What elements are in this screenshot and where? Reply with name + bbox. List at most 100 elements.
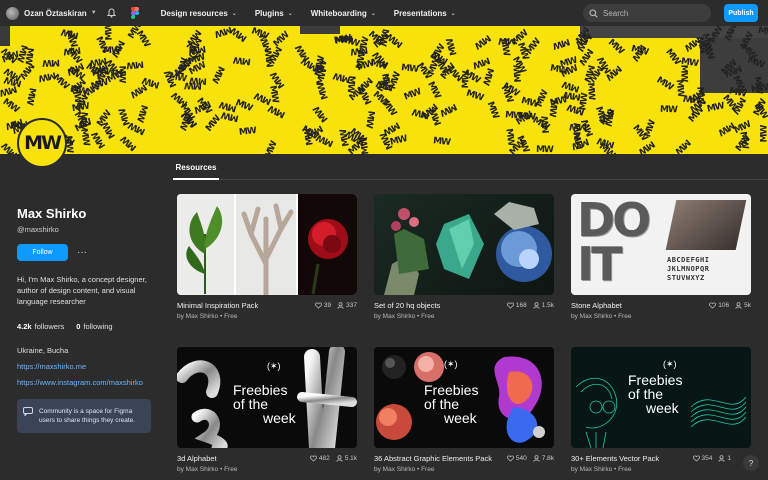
user-icon [336,455,343,462]
alphabet-row: JKLMNOPQR [667,265,710,273]
users-stat: 1 [718,455,731,462]
search-input[interactable]: Search [583,4,711,22]
card-thumbnail[interactable] [177,194,357,295]
coral-image [236,194,296,295]
community-note: Community is a space for Figma users to … [39,408,136,424]
card-stats: 540 7.8k [501,455,554,462]
nav-presentations[interactable]: Presentations ⌄ [394,9,456,18]
card-thumbnail[interactable]: (✶) Freebies of the week [177,347,357,448]
banner-mark: MW [133,29,152,49]
banner-mark: MW [659,104,678,116]
likes-count: 168 [515,302,527,309]
follow-button[interactable]: Follow [17,244,68,261]
user-icon [533,302,540,309]
bell-icon[interactable] [107,8,117,18]
website-link[interactable]: https://maxshirko.me [17,362,86,371]
card-thumbnail[interactable]: (✶) Freebies of the week [374,347,554,448]
freebies-line: Freebies [424,382,479,398]
more-options-button[interactable]: ··· [75,244,89,261]
stone-letters-image: DO IT [577,194,651,291]
profile-tabs: Resources [173,156,768,180]
banner-mark: MW [229,26,250,44]
banner-mark: MW [464,88,485,104]
stone-shape [665,200,747,250]
heart-icon [314,302,322,309]
banner-texture [0,26,10,46]
help-button[interactable]: ? [743,455,759,471]
resource-card[interactable]: (✶) Freebies of the week 3d Alphabet by Ma… [177,347,357,473]
card-thumbnail[interactable]: DO IT ABCDEFGHI JKLMNOPQR STUVWXYZ [571,194,751,295]
freebies-line: of the [233,396,269,412]
plant-leaf-image [177,194,234,295]
resource-card[interactable]: Set of 20 hq objects by Max Shirko • Fre… [374,194,554,320]
banner-mark: MW [445,37,460,57]
banner-mark: MW [358,86,375,106]
instagram-link[interactable]: https://www.instagram.com/maxshirko [17,378,143,387]
freebies-text: Freebies of the week [628,373,682,415]
likes-stat[interactable]: 540 [506,455,527,462]
freebies-mark: (✶) [267,361,281,371]
likes-count: 540 [515,455,527,462]
card-title[interactable]: 30+ Elements Vector Pack [571,454,659,463]
likes-stat[interactable]: 106 [709,302,729,309]
alphabet-grid: ABCDEFGHI JKLMNOPQR STUVWXYZ [667,256,709,283]
freebies-line: Freebies [628,372,683,388]
card-thumbnail[interactable] [374,194,554,295]
card-author[interactable]: by Max Shirko [177,466,218,473]
card-title[interactable]: Minimal Inspiration Pack [177,301,258,310]
users-count: 5k [744,302,751,309]
card-author[interactable]: by Max Shirko [374,466,415,473]
resource-card[interactable]: (✶) Freebies of the week 36 Abstract Graph… [374,347,554,473]
banner-mark: MW [678,64,689,82]
freebies-text: Freebies of the week [424,383,478,425]
likes-stat[interactable]: 168 [506,302,527,309]
users-count: 7.8k [541,455,554,462]
chevron-down-icon: ⌄ [287,10,293,17]
card-title[interactable]: 3d Alphabet [177,454,217,463]
nav-whiteboarding[interactable]: Whiteboarding ⌄ [311,9,376,18]
card-title[interactable]: Stone Alphabet [571,301,622,310]
banner-mark: MW [104,26,115,41]
card-author[interactable]: by Max Shirko [571,313,612,320]
banner-mark: MW [400,63,419,75]
following-label: following [83,322,113,331]
heart-icon [506,455,514,462]
alphabet-row: STUVWXYZ [667,274,705,282]
likes-stat[interactable]: 354 [692,455,712,462]
user-icon [337,302,344,309]
card-title[interactable]: 36 Abstract Graphic Elements Pack [374,454,492,463]
likes-stat[interactable]: 39 [314,302,331,309]
nav-link-label: Whiteboarding [310,8,367,18]
likes-count: 482 [318,455,330,462]
chevron-down-icon: ⌄ [370,10,376,17]
followers-stat[interactable]: 4.2k followers [17,322,64,331]
publish-button[interactable]: Publish [724,4,758,22]
banner-mark: MW [654,75,675,93]
user-menu[interactable]: Ozan Öztaskiran ▼ [6,6,97,20]
card-meta: by Max Shirko • Free [571,313,632,320]
likes-count: 106 [718,302,730,309]
card-thumbnail[interactable]: (✶) Freebies of the week [571,347,751,448]
banner-mark: MW [42,56,61,68]
resource-card[interactable]: Minimal Inspiration Pack by Max Shirko •… [177,194,357,320]
card-author[interactable]: by Max Shirko [177,313,218,320]
card-author[interactable]: by Max Shirko [374,313,415,320]
tab-resources[interactable]: Resources [173,156,219,180]
profile-name: Max Shirko [17,206,87,221]
user-icon [718,455,725,462]
following-stat[interactable]: 0 following [76,322,112,331]
users-count: 5.1k [344,455,357,462]
nav-plugins[interactable]: Plugins ⌄ [255,9,293,18]
resource-card[interactable]: (✶) Freebies of the week 30+ Elements Vect… [571,347,751,473]
resource-card[interactable]: DO IT ABCDEFGHI JKLMNOPQR STUVWXYZ Stone… [571,194,751,320]
card-stats: 354 1 [687,455,731,462]
banner-mark: MW [750,82,768,96]
card-title[interactable]: Set of 20 hq objects [374,301,440,310]
banner-mark: MW [209,64,226,84]
card-author[interactable]: by Max Shirko [571,466,612,473]
alphabet-row: ABCDEFGHI [667,256,710,264]
figma-logo-icon[interactable] [130,7,139,19]
users-count: 337 [346,302,357,309]
likes-stat[interactable]: 482 [309,455,330,462]
nav-design-resources[interactable]: Design resources ⌄ [161,9,237,18]
